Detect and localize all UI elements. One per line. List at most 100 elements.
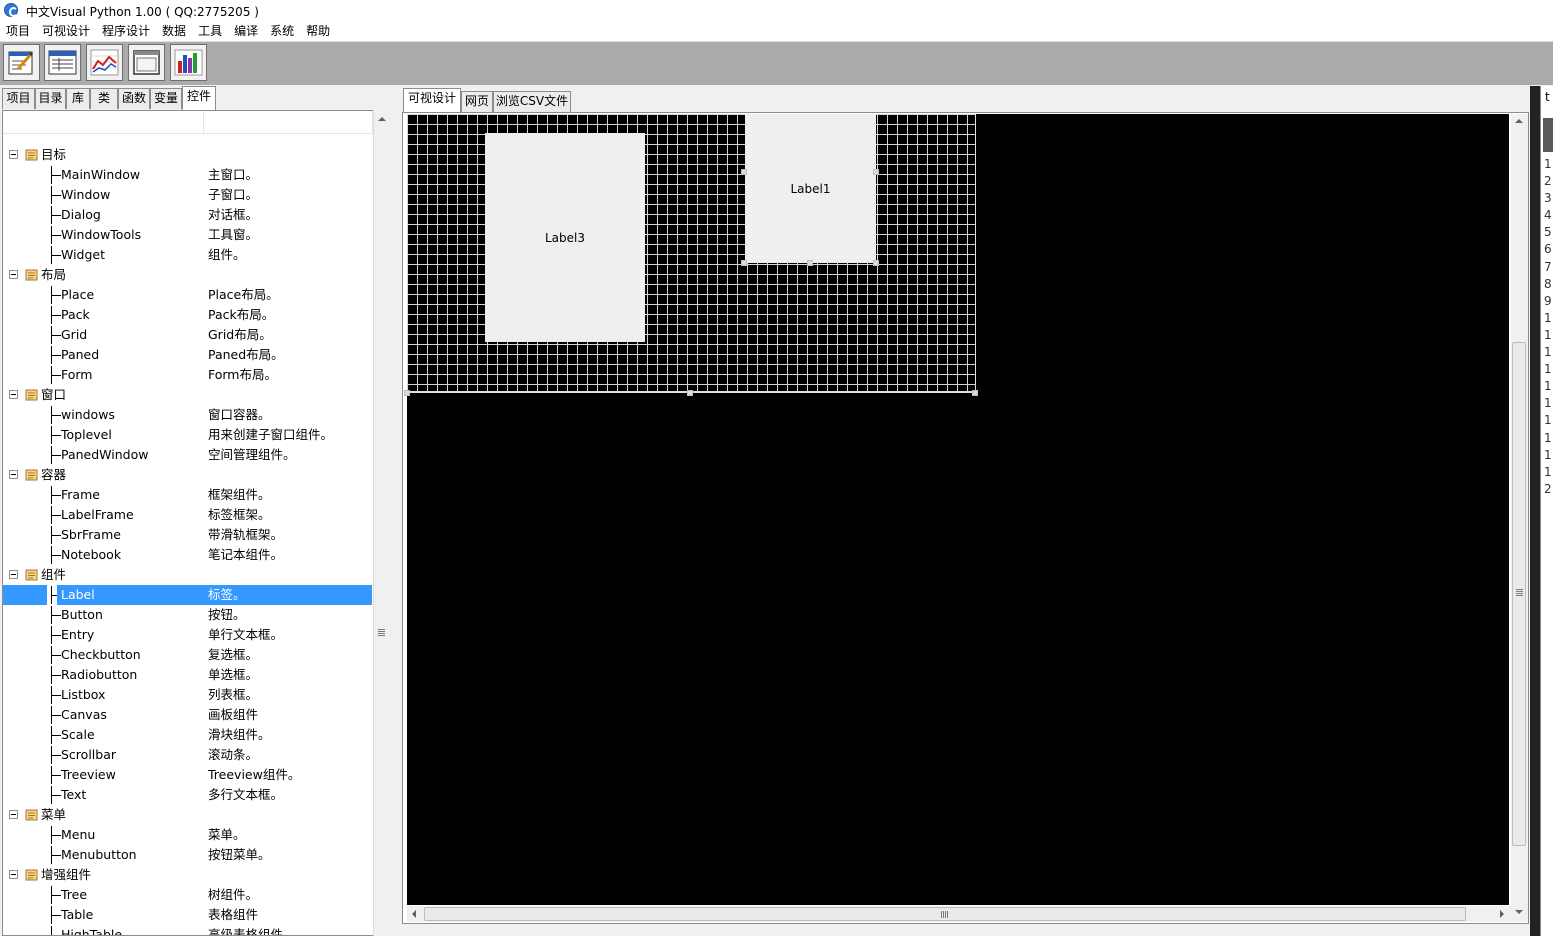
form-resize-handle[interactable] [972,390,978,396]
tree-item-description: Place布局。 [208,287,279,302]
scroll-left-icon[interactable] [412,910,416,918]
menu-project[interactable]: 项目 [0,21,36,41]
tree-item[interactable]: Text 多行文本框。 [3,785,372,805]
frame-window-button[interactable] [128,44,165,81]
tab-directory[interactable]: 目录 [35,88,66,109]
tree-header-name-column[interactable] [3,111,204,133]
tree-item[interactable]: LabelFrame 标签框架。 [3,505,372,525]
tree-item[interactable]: Button 按钮。 [3,605,372,625]
form-resize-handle[interactable] [404,390,410,396]
frame-window-icon [133,50,160,75]
center-vertical-thumb[interactable] [1512,342,1526,846]
tree-item[interactable]: Frame 框架组件。 [3,485,372,505]
tree-item[interactable]: Toplevel 用来创建子窗口组件。 [3,425,372,445]
line-chart-button[interactable] [86,44,123,81]
tree-category[interactable]: 增强组件 [3,865,372,885]
tree-category[interactable]: 目标 [3,145,372,165]
left-vertical-scrollbar[interactable] [373,110,390,936]
design-label-1[interactable]: Label1 [745,114,876,263]
resize-handle[interactable] [873,260,879,266]
tree-item[interactable]: Window 子窗口。 [3,185,372,205]
tree-item-name: Scale [61,727,95,742]
tree-item[interactable]: MainWindow 主窗口。 [3,165,372,185]
collapse-icon[interactable] [9,470,18,479]
collapse-icon[interactable] [9,570,18,579]
tree-item[interactable]: Form Form布局。 [3,365,372,385]
tree-header-desc-column[interactable] [204,111,373,133]
scroll-down-icon[interactable] [1515,910,1523,914]
tab-function[interactable]: 函数 [118,88,150,109]
tree-item[interactable]: Label 标签。 [3,585,372,605]
tab-library[interactable]: 库 [66,88,90,109]
tree-item[interactable]: Grid Grid布局。 [3,325,372,345]
tree-item-description: Grid布局。 [208,327,272,342]
tree-item[interactable]: Menubutton 按钮菜单。 [3,845,372,865]
tree-item[interactable]: Radiobutton 单选框。 [3,665,372,685]
tree-category[interactable]: 组件 [3,565,372,585]
category-icon [25,469,38,481]
resize-handle[interactable] [807,260,813,266]
menu-help[interactable]: 帮助 [300,21,336,41]
scroll-up-icon[interactable] [378,117,386,121]
tree-item[interactable]: HighTable 高级表格组件 [3,925,372,935]
tree-category[interactable]: 布局 [3,265,372,285]
form-window-button[interactable] [44,44,81,81]
tree-item[interactable]: Table 表格组件 [3,905,372,925]
tree-item[interactable]: PanedWindow 空间管理组件。 [3,445,372,465]
form-resize-handle[interactable] [687,390,693,396]
tree-category[interactable]: 容器 [3,465,372,485]
menu-tools[interactable]: 工具 [192,21,228,41]
code-panel-tab[interactable]: t [1545,90,1550,104]
scroll-right-icon[interactable] [1500,910,1504,918]
tab-visual-design[interactable]: 可视设计 [403,88,461,112]
tree-category[interactable]: 窗口 [3,385,372,405]
controls-tree[interactable]: 目标 MainWindow 主窗口。 Window 子窗口。 Dialog 对话框。 Wind… [2,110,373,936]
tree-item[interactable]: Menu 菜单。 [3,825,372,845]
tree-item[interactable]: Dialog 对话框。 [3,205,372,225]
collapse-icon[interactable] [9,810,18,819]
scroll-up-icon[interactable] [1515,119,1523,123]
collapse-icon[interactable] [9,150,18,159]
tab-variable[interactable]: 变量 [150,88,182,109]
center-horizontal-thumb[interactable] [424,907,1466,921]
collapse-icon[interactable] [9,390,18,399]
form-design-grid[interactable]: Label3 Label1 [407,114,976,393]
tree-item[interactable]: windows 窗口容器。 [3,405,372,425]
resize-handle[interactable] [873,169,879,175]
tree-item[interactable]: SbrFrame 带滑轨框架。 [3,525,372,545]
tree-item[interactable]: Checkbutton 复选框。 [3,645,372,665]
tree-item[interactable]: Canvas 画板组件 [3,705,372,725]
tab-controls[interactable]: 控件 [182,86,216,110]
menu-system[interactable]: 系统 [264,21,300,41]
tree-item[interactable]: Listbox 列表框。 [3,685,372,705]
tree-item[interactable]: Place Place布局。 [3,285,372,305]
tree-item[interactable]: Paned Paned布局。 [3,345,372,365]
tab-project[interactable]: 项目 [2,88,35,109]
collapse-icon[interactable] [9,870,18,879]
tree-category[interactable]: 菜单 [3,805,372,825]
design-label-3[interactable]: Label3 [485,133,645,342]
menu-program-design[interactable]: 程序设计 [96,21,156,41]
bar-chart-button[interactable] [170,44,207,81]
tree-item[interactable]: Treeview Treeview组件。 [3,765,372,785]
tab-browse-csv[interactable]: 浏览CSV文件 [493,91,571,112]
tree-item[interactable]: Tree 树组件。 [3,885,372,905]
tree-item[interactable]: WindowTools 工具窗。 [3,225,372,245]
right-splitter[interactable] [1530,86,1540,936]
line-number: 1 [1544,413,1552,428]
menu-visual-design[interactable]: 可视设计 [36,21,96,41]
menu-compile[interactable]: 编译 [228,21,264,41]
tab-class[interactable]: 类 [90,88,118,109]
resize-handle[interactable] [741,260,747,266]
tree-item[interactable]: Pack Pack布局。 [3,305,372,325]
menu-data[interactable]: 数据 [156,21,192,41]
tree-item[interactable]: Scrollbar 滚动条。 [3,745,372,765]
collapse-icon[interactable] [9,270,18,279]
edit-document-button[interactable] [3,44,40,81]
tree-item[interactable]: Notebook 笔记本组件。 [3,545,372,565]
tree-item[interactable]: Scale 滑块组件。 [3,725,372,745]
tab-webpage[interactable]: 网页 [461,91,493,112]
resize-handle[interactable] [741,169,747,175]
tree-item[interactable]: Widget 组件。 [3,245,372,265]
tree-item[interactable]: Entry 单行文本框。 [3,625,372,645]
